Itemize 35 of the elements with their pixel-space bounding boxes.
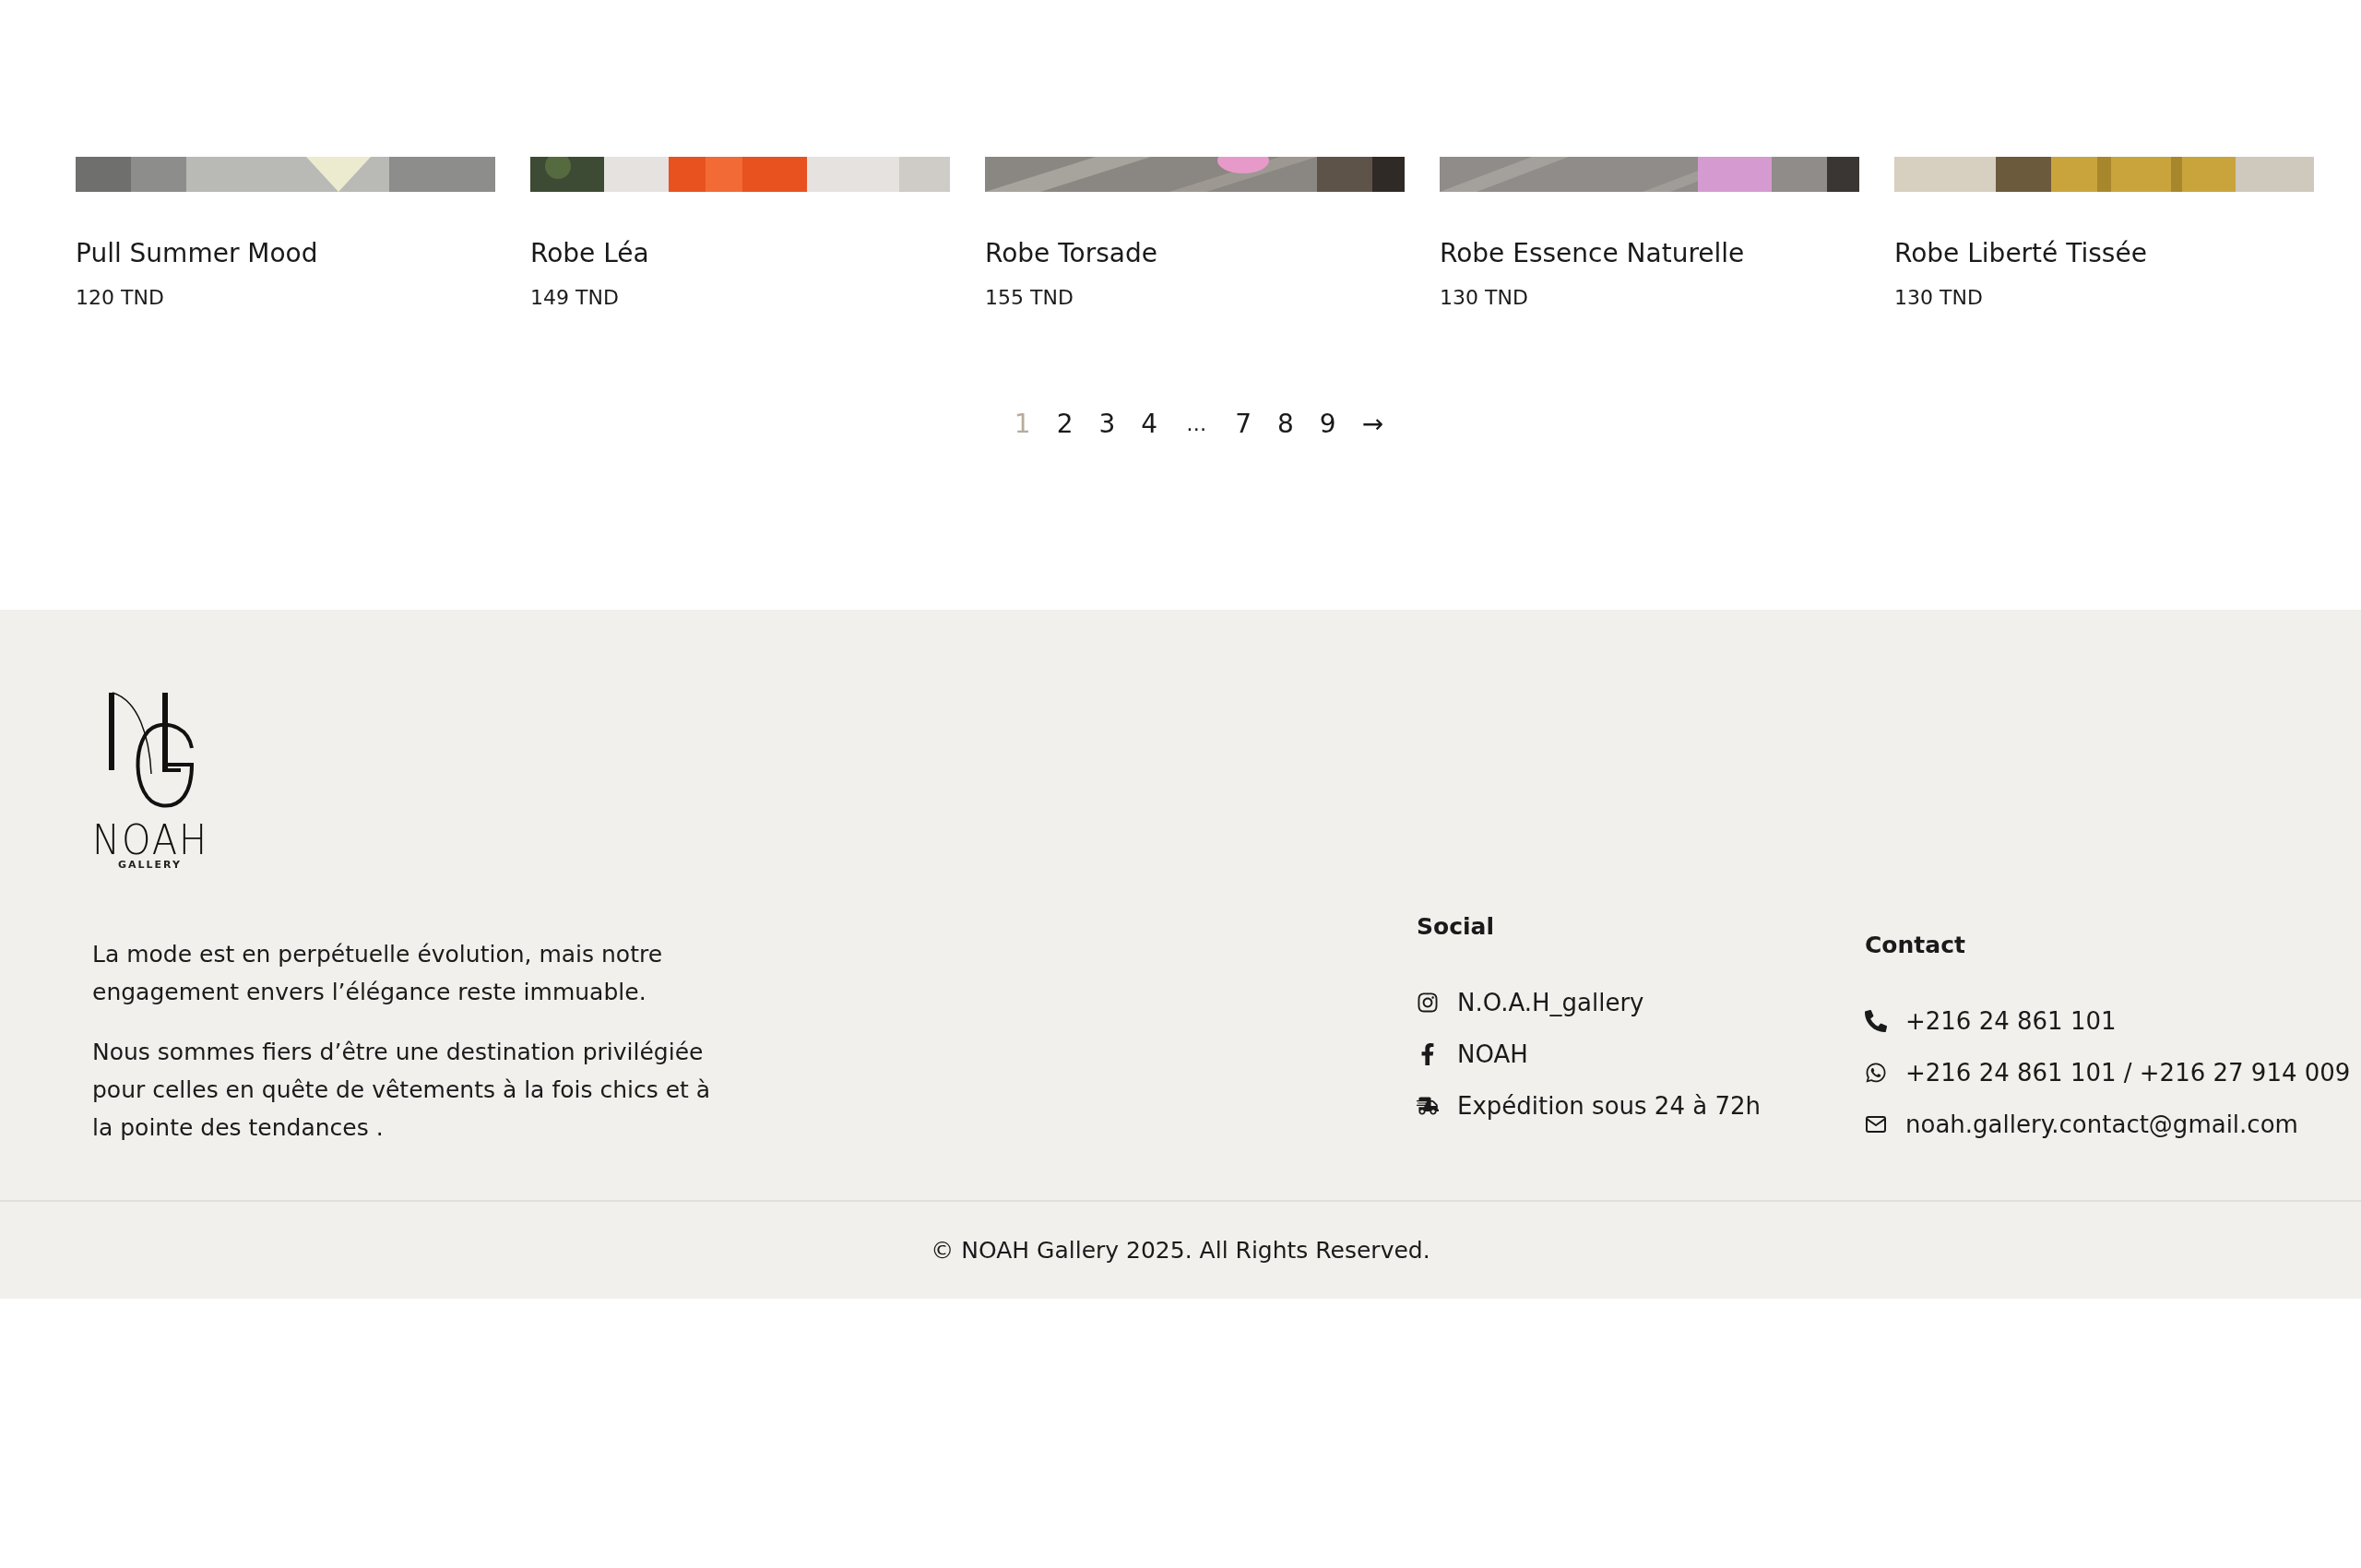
product-title[interactable]: Robe Liberté Tissée xyxy=(1894,238,2147,269)
about-paragraph: La mode est en perpétuelle évolution, mais notre engagement envers l’élégance reste immuable. xyxy=(92,939,664,1007)
page-link[interactable]: 8 xyxy=(1275,409,1297,440)
product-title[interactable]: Robe Essence Naturelle xyxy=(1440,238,1745,269)
copyright-text: © NOAH Gallery 2025. All Rights Reserved. xyxy=(931,1235,1430,1265)
page-link[interactable]: 4 xyxy=(1138,409,1161,440)
contact-detail[interactable]: +216 24 861 101 xyxy=(1905,1006,2117,1035)
page-link[interactable]: 9 xyxy=(1316,409,1339,440)
contact-detail[interactable]: +216 24 861 101 / +216 27 914 009 xyxy=(1905,1058,2351,1087)
pagination-ellipsis: … xyxy=(1185,412,1208,436)
social-link[interactable]: Expédition sous 24 à 72h xyxy=(1457,1091,1761,1120)
contact-detail[interactable]: noah.gallery.contact@gmail.com xyxy=(1905,1110,2298,1138)
logo-name: NOAH xyxy=(92,819,209,861)
social-link[interactable]: NOAH xyxy=(1457,1039,1528,1068)
product-price: 130 TND xyxy=(1440,285,1528,309)
page-link[interactable]: 2 xyxy=(1053,409,1076,440)
page-link[interactable]: 3 xyxy=(1096,409,1119,440)
page-link[interactable]: 7 xyxy=(1232,409,1254,440)
truck-icon xyxy=(1417,1094,1439,1117)
instagram-icon xyxy=(1417,991,1439,1014)
phone-icon xyxy=(1865,1009,1887,1032)
social-link[interactable]: N.O.A.H_gallery xyxy=(1457,988,1644,1016)
social-heading: Social xyxy=(1417,912,1494,940)
logo-tagline: GALLERY xyxy=(118,858,182,871)
product-title[interactable]: Pull Summer Mood xyxy=(76,238,318,269)
product-price: 130 TND xyxy=(1894,285,1983,309)
product-price: 120 TND xyxy=(76,285,164,309)
product-price: 149 TND xyxy=(530,285,619,309)
whatsapp-icon xyxy=(1865,1061,1887,1084)
contact-heading: Contact xyxy=(1865,931,1965,958)
next-page-link[interactable]: → xyxy=(1358,409,1387,440)
product-title[interactable]: Robe Torsade xyxy=(985,238,1157,269)
product-title[interactable]: Robe Léa xyxy=(530,238,649,269)
about-paragraph: Nous sommes fiers d’être une destination privilégiée pour celles en quête de vêtements à la fois chics et à la pointe des tendances . xyxy=(92,1037,712,1143)
product-price: 155 TND xyxy=(985,285,1074,309)
